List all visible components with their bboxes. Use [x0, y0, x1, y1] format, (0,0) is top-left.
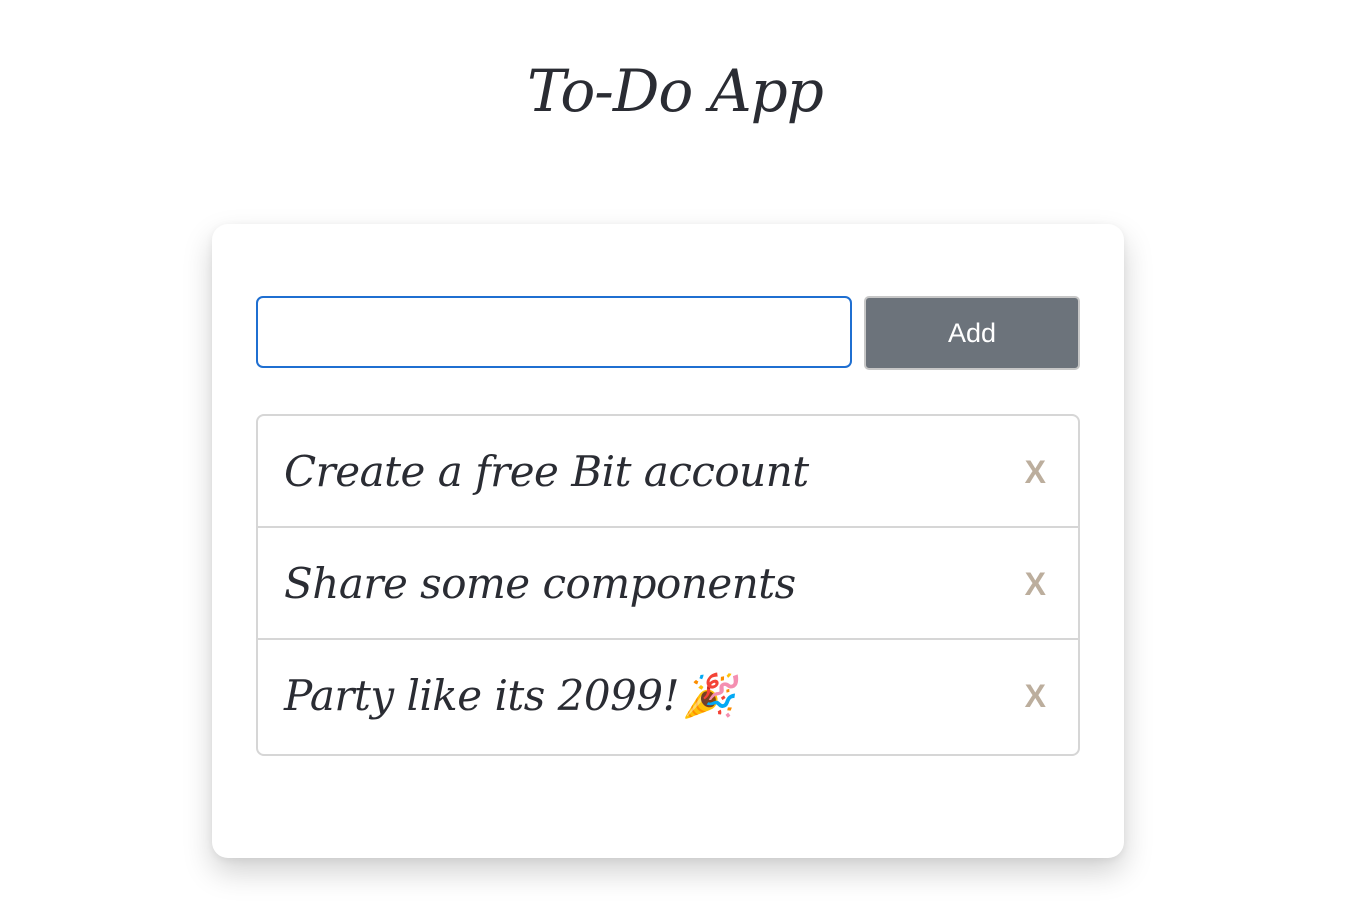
task-item: Party like its 2099!🎉 X [258, 640, 1078, 754]
task-text-with-emoji: Party like its 2099!🎉 [284, 640, 735, 752]
page-title: To-Do App [527, 57, 824, 125]
task-item: Share some components X [258, 528, 1078, 640]
task-text: Create a free Bit account [284, 447, 809, 496]
task-text: Party like its 2099! [284, 671, 679, 720]
delete-task-button[interactable]: X [1021, 640, 1050, 752]
delete-task-button[interactable]: X [1021, 528, 1050, 640]
task-text: Share some components [284, 559, 796, 608]
add-button[interactable]: Add [864, 296, 1080, 370]
todo-card: Add Create a free Bit account X Share so… [212, 224, 1124, 858]
task-list: Create a free Bit account X Share some c… [256, 414, 1080, 756]
new-task-input[interactable] [256, 296, 852, 368]
delete-task-button[interactable]: X [1021, 416, 1050, 528]
task-item: Create a free Bit account X [258, 416, 1078, 528]
party-popper-icon: 🎉 [682, 671, 735, 720]
